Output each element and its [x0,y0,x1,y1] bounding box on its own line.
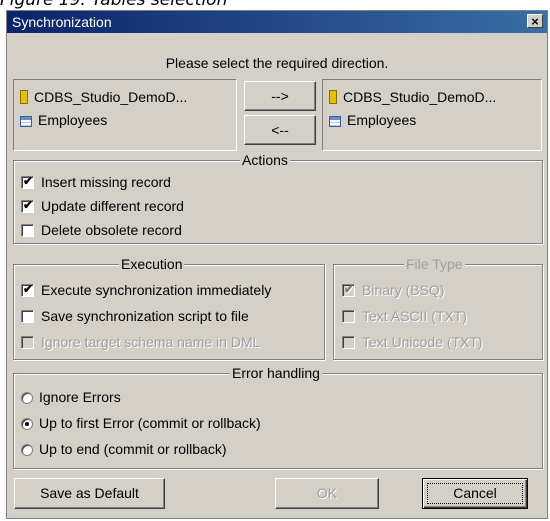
file-type-group: File Type ✔ Binary (BSQ) Text ASCII (TXT)… [333,256,543,360]
checkbox-label: Text ASCII (TXT) [362,308,468,324]
figure-caption: Figure 19: Tables selection [0,0,228,10]
close-button[interactable]: × [527,14,543,29]
text-ascii-checkbox: Text ASCII (TXT) [342,308,467,324]
target-database-name: CDBS_Studio_DemoD... [343,89,497,105]
target-table-name: Employees [347,112,417,128]
direction-prompt: Please select the required direction. [165,55,389,71]
radio-label: Up to end (commit or rollback) [39,441,227,457]
check-icon: ✔ [344,282,355,296]
ignore-schema-checkbox: Ignore target schema name in DML [21,334,260,350]
source-table-row: Employees [20,112,107,128]
checkbox-label: Execute synchronization immediately [41,282,272,298]
database-icon [20,90,28,104]
checkbox-label: Binary (BSQ) [362,282,445,298]
check-icon: ✔ [23,174,34,188]
target-table-row: Employees [329,112,416,128]
execute-immediately-checkbox[interactable]: ✔ Execute synchronization immediately [21,282,271,298]
checkbox-box [21,224,34,237]
checkbox-box: ✔ [21,198,34,213]
checkbox-label: Save synchronization script to file [41,308,249,324]
source-table-name: Employees [38,112,108,128]
radio-button [21,392,33,404]
source-database-row: CDBS_Studio_DemoD... [20,89,187,105]
save-script-checkbox[interactable]: Save synchronization script to file [21,308,249,324]
copy-left-button[interactable]: <-- [244,115,316,145]
target-database-row: CDBS_Studio_DemoD... [329,89,496,105]
ignore-errors-radio[interactable]: Ignore Errors [21,389,121,405]
error-handling-group: Error handling Ignore Errors Up to first… [13,365,543,469]
checkbox-label: Insert missing record [41,174,171,190]
radio-button [21,444,33,456]
copy-right-button[interactable]: --> [244,81,316,111]
checkbox-label: Text Unicode (TXT) [362,334,483,350]
table-icon [329,116,341,127]
execution-group: Execution ✔ Execute synchronization immed… [13,256,325,360]
delete-obsolete-checkbox[interactable]: Delete obsolete record [21,222,182,238]
insert-missing-checkbox[interactable]: ✔ Insert missing record [21,174,171,190]
first-error-radio[interactable]: Up to first Error (commit or rollback) [21,415,261,431]
checkbox-box: ✔ [21,282,34,297]
check-icon: ✔ [23,282,34,296]
checkbox-label: Ignore target schema name in DML [41,334,261,350]
source-database-name: CDBS_Studio_DemoD... [34,89,188,105]
checkbox-box [342,310,355,323]
checkbox-box [342,336,355,349]
title-bar: Synchronization × [7,11,547,33]
checkbox-box: ✔ [342,282,355,297]
save-as-default-button[interactable]: Save as Default [14,478,165,509]
checkbox-label: Delete obsolete record [41,222,182,238]
radio-label: Ignore Errors [39,389,121,405]
checkbox-label: Update different record [41,198,184,214]
focus-rect [427,483,523,504]
synchronization-dialog: Synchronization × Please select the requ… [6,10,548,519]
execution-legend: Execution [119,256,185,272]
check-icon: ✔ [23,198,34,212]
file-type-legend: File Type [404,256,465,272]
cancel-button[interactable]: Cancel [422,478,528,509]
binary-bsq-checkbox: ✔ Binary (BSQ) [342,282,444,298]
checkbox-box [21,336,34,349]
checkbox-box: ✔ [21,174,34,189]
radio-button [21,418,33,430]
database-icon [329,90,337,104]
update-different-checkbox[interactable]: ✔ Update different record [21,198,184,214]
ok-button[interactable]: OK [275,478,379,509]
checkbox-box [21,310,34,323]
actions-group: Actions ✔ Insert missing record ✔ Update d… [13,152,543,244]
source-table-box: CDBS_Studio_DemoD... Employees [13,79,237,151]
radio-label: Up to first Error (commit or rollback) [39,415,261,431]
error-handling-legend: Error handling [230,365,322,381]
actions-legend: Actions [240,152,290,168]
table-icon [20,116,32,127]
up-to-end-radio[interactable]: Up to end (commit or rollback) [21,441,227,457]
dialog-title: Synchronization [12,14,112,30]
radio-dot-icon [25,422,29,426]
text-unicode-checkbox: Text Unicode (TXT) [342,334,483,350]
target-table-box: CDBS_Studio_DemoD... Employees [322,79,542,151]
